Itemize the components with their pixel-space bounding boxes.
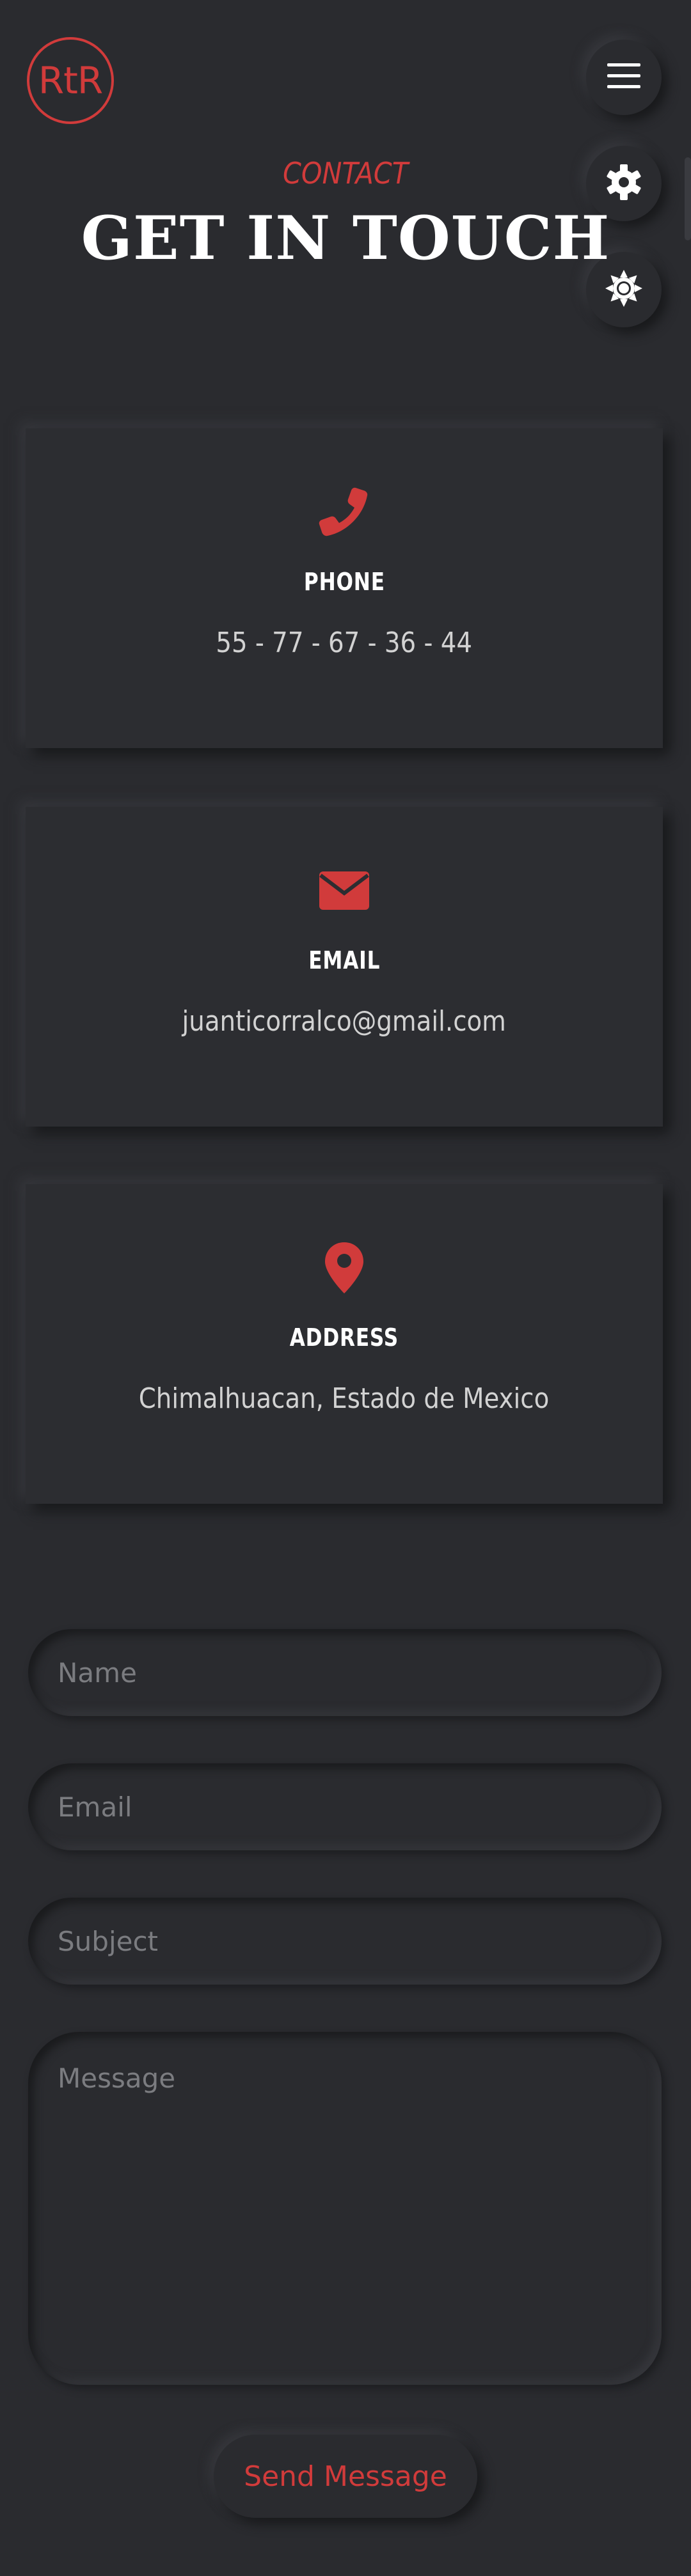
phone-icon — [315, 483, 373, 541]
page-title: GET IN TOUCH — [81, 203, 610, 274]
email-input[interactable] — [28, 1763, 662, 1850]
hamburger-menu-icon — [607, 62, 640, 93]
name-input[interactable] — [28, 1629, 662, 1716]
section-tag: CONTACT — [283, 156, 408, 191]
send-message-button[interactable]: Send Message — [214, 2435, 477, 2518]
map-pin-icon — [315, 1239, 373, 1297]
address-card: ADDRESS Chimalhuacan, Estado de Mexico — [26, 1184, 663, 1504]
logo-text: RtR — [38, 59, 103, 102]
menu-button[interactable] — [586, 40, 662, 115]
phone-value: 55 - 77 - 67 - 36 - 44 — [216, 627, 473, 659]
phone-title: PHONE — [303, 568, 385, 596]
phone-card: PHONE 55 - 77 - 67 - 36 - 44 — [26, 428, 663, 748]
email-card: EMAIL juanticorralco@gmail.com — [26, 807, 663, 1127]
envelope-icon — [315, 862, 373, 919]
subject-input[interactable] — [28, 1898, 662, 1985]
message-textarea[interactable] — [28, 2032, 662, 2385]
address-value: Chimalhuacan, Estado de Mexico — [139, 1382, 550, 1415]
address-title: ADDRESS — [289, 1323, 399, 1352]
email-title: EMAIL — [308, 946, 380, 974]
sun-icon — [605, 269, 643, 310]
logo[interactable]: RtR — [27, 37, 114, 124]
email-value[interactable]: juanticorralco@gmail.com — [182, 1005, 506, 1038]
